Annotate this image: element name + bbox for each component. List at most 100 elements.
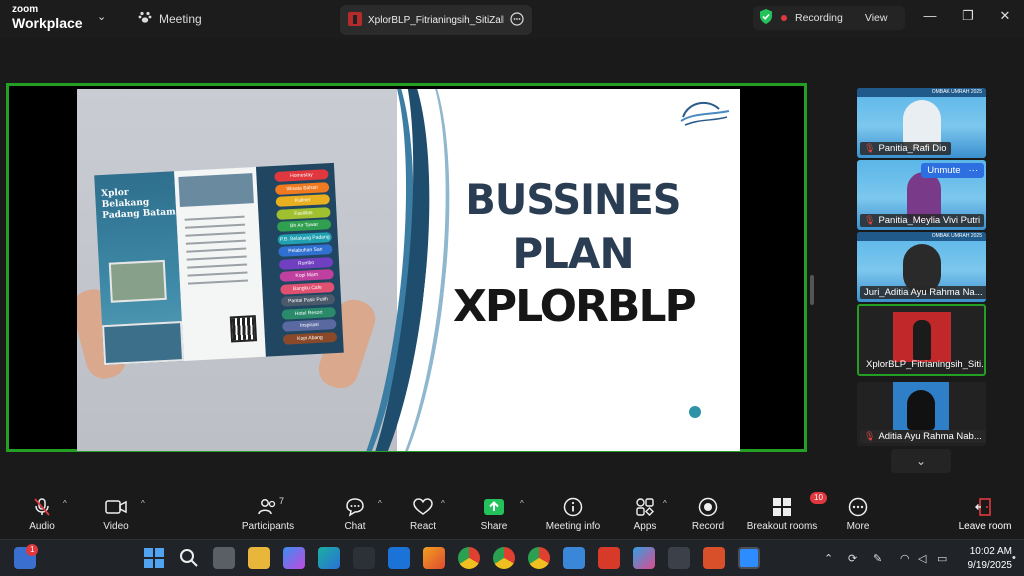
copilot-icon[interactable]: [283, 547, 305, 569]
presentation-slide: Xplor Belakang Padang Batam Homestay Wisa…: [77, 89, 740, 451]
chat-label: Chat: [344, 521, 366, 532]
share-screen-icon: [483, 496, 505, 518]
video-options-caret-icon[interactable]: ^: [141, 499, 145, 508]
recording-label[interactable]: Recording: [795, 12, 843, 24]
info-icon: [563, 496, 583, 518]
recording-group: Recording View: [753, 6, 905, 30]
participant-name-chip: 🎙 Panitia_Rafi Dio: [860, 142, 951, 155]
participant-tile[interactable]: 🎙 Aditia Ayu Rahma Nab...: [857, 382, 986, 446]
breakout-badge: 10: [810, 492, 827, 504]
meeting-tab[interactable]: XplorBLP_Fitrianingsih_SitiZalleha's: [340, 5, 532, 35]
system-clock[interactable]: 10:02 AM 9/19/2025: [960, 545, 1013, 573]
restore-icon[interactable]: ❐: [958, 8, 978, 24]
zoom-workplace-logo[interactable]: zoom Workplace: [12, 4, 83, 31]
participants-count: 7: [279, 496, 285, 506]
wifi-icon[interactable]: ◠: [900, 552, 910, 565]
shared-screen[interactable]: Xplor Belakang Padang Batam Homestay Wisa…: [6, 83, 807, 452]
tray-overflow-icon[interactable]: ⌃: [824, 552, 833, 565]
chat-options-caret-icon[interactable]: ^: [378, 499, 382, 508]
react-options-caret-icon[interactable]: ^: [441, 499, 445, 508]
view-button[interactable]: View: [865, 12, 888, 24]
clock-time: 10:02 AM: [969, 546, 1012, 557]
chrome-profile-icon[interactable]: [493, 547, 515, 569]
firefox-icon[interactable]: [423, 547, 445, 569]
outlook-icon[interactable]: [388, 547, 410, 569]
pen-icon[interactable]: ✎: [873, 552, 882, 565]
photos-icon[interactable]: [633, 547, 655, 569]
heart-icon: [413, 496, 433, 518]
zoom-taskbar-icon[interactable]: [738, 547, 760, 569]
decorative-dot: [689, 406, 701, 418]
more-options-icon[interactable]: [510, 11, 524, 29]
chrome-profile-icon[interactable]: [528, 547, 550, 569]
react-button[interactable]: React: [408, 496, 438, 534]
participants-button[interactable]: 7 Participants: [238, 496, 298, 534]
clock-date: 9/19/2025: [967, 560, 1013, 571]
powerpoint-icon[interactable]: [703, 547, 725, 569]
acrobat-icon[interactable]: [598, 547, 620, 569]
minimize-icon[interactable]: —: [920, 8, 940, 23]
unmute-button[interactable]: Unmute ···: [921, 163, 984, 178]
volume-icon[interactable]: ◁: [918, 552, 926, 565]
exit-door-icon: [975, 496, 995, 518]
record-icon: [698, 496, 718, 518]
record-button[interactable]: Record: [692, 496, 724, 534]
file-explorer-icon[interactable]: [248, 547, 270, 569]
meeting-info-button[interactable]: Meeting info: [544, 496, 602, 534]
meeting-toolbar: Audio ^ Video ^ 7 Participants Chat ^ Re…: [0, 490, 1024, 539]
brochure-photo-2: [102, 321, 185, 366]
participant-tile[interactable]: Unmute ··· 🎙 Panitia_Meylia Vivi Putri: [857, 160, 986, 230]
participant-tile[interactable]: OMBAK UMRAH 2025 Juri_Aditia Ayu Rahma N…: [857, 232, 986, 302]
brochure-header-image: [178, 173, 254, 207]
slide-headline: BUSSINES PLAN XPLORBLP: [453, 175, 697, 329]
participant-tile-active[interactable]: XplorBLP_Fitrianingsih_Siti...: [857, 304, 986, 376]
shield-check-icon[interactable]: [759, 9, 773, 27]
start-menu-icon[interactable]: [143, 547, 165, 569]
unmute-label: Unmute: [927, 165, 961, 176]
logo-line1: zoom: [12, 4, 39, 15]
scroll-down-button[interactable]: ⌄: [891, 449, 951, 473]
windows-taskbar: 1 ⌃ ⟳ ✎ ◠ ◁ ▭ 10:02 AM 9/19/2025 •: [0, 539, 1024, 576]
tab-avatar-icon: [348, 11, 362, 29]
chevron-down-icon[interactable]: ⌄: [97, 10, 106, 23]
more-button[interactable]: More: [843, 496, 873, 534]
background-banner: OMBAK UMRAH 2025: [857, 232, 986, 241]
search-icon[interactable]: [178, 547, 200, 569]
battery-icon[interactable]: ▭: [937, 552, 947, 565]
task-view-icon[interactable]: [213, 547, 235, 569]
brochure-left-panel: Xplor Belakang Padang Batam: [94, 171, 185, 366]
chat-button[interactable]: Chat: [340, 496, 370, 534]
share-button[interactable]: Share: [479, 496, 509, 534]
apps-button[interactable]: Apps: [630, 496, 660, 534]
close-icon[interactable]: ✕: [995, 8, 1015, 24]
video-button[interactable]: Video: [100, 496, 132, 534]
logo-line2: Workplace: [12, 15, 83, 31]
panel-resize-handle[interactable]: [810, 275, 814, 305]
store-icon[interactable]: [353, 547, 375, 569]
title-bar: zoom Workplace ⌄ Meeting XplorBLP_Fitria…: [0, 0, 1024, 38]
qr-code: [229, 315, 258, 343]
meeting-menu[interactable]: Meeting: [138, 10, 202, 27]
notification-bell-icon[interactable]: •: [1012, 552, 1016, 564]
video-camera-icon: [105, 496, 127, 518]
breakout-rooms-button[interactable]: 10 Breakout rooms: [746, 492, 827, 534]
breakout-rooms-label: Breakout rooms: [746, 521, 818, 532]
calculator-icon[interactable]: [668, 547, 690, 569]
more-icon[interactable]: ···: [969, 165, 979, 176]
participant-name-chip: 🎙 Aditia Ayu Rahma Nab...: [860, 430, 986, 443]
audio-button[interactable]: Audio: [26, 496, 58, 534]
sync-icon[interactable]: ⟳: [848, 552, 857, 565]
participant-tile[interactable]: OMBAK UMRAH 2025 🎙 Panitia_Rafi Dio: [857, 88, 986, 158]
leave-room-button[interactable]: Leave room: [956, 496, 1014, 534]
participant-figure: [907, 390, 935, 430]
share-options-caret-icon[interactable]: ^: [520, 499, 524, 508]
participant-name-chip: XplorBLP_Fitrianingsih_Siti...: [862, 358, 984, 371]
participant-name-chip: Juri_Aditia Ayu Rahma Na...: [860, 286, 986, 299]
chrome-icon[interactable]: [458, 547, 480, 569]
headline-line1: BUSSINES: [465, 175, 681, 224]
notepad-icon[interactable]: [563, 547, 585, 569]
record-label: Record: [691, 521, 725, 532]
apps-options-caret-icon[interactable]: ^: [663, 499, 667, 508]
edge-icon[interactable]: [318, 547, 340, 569]
audio-options-caret-icon[interactable]: ^: [63, 499, 67, 508]
